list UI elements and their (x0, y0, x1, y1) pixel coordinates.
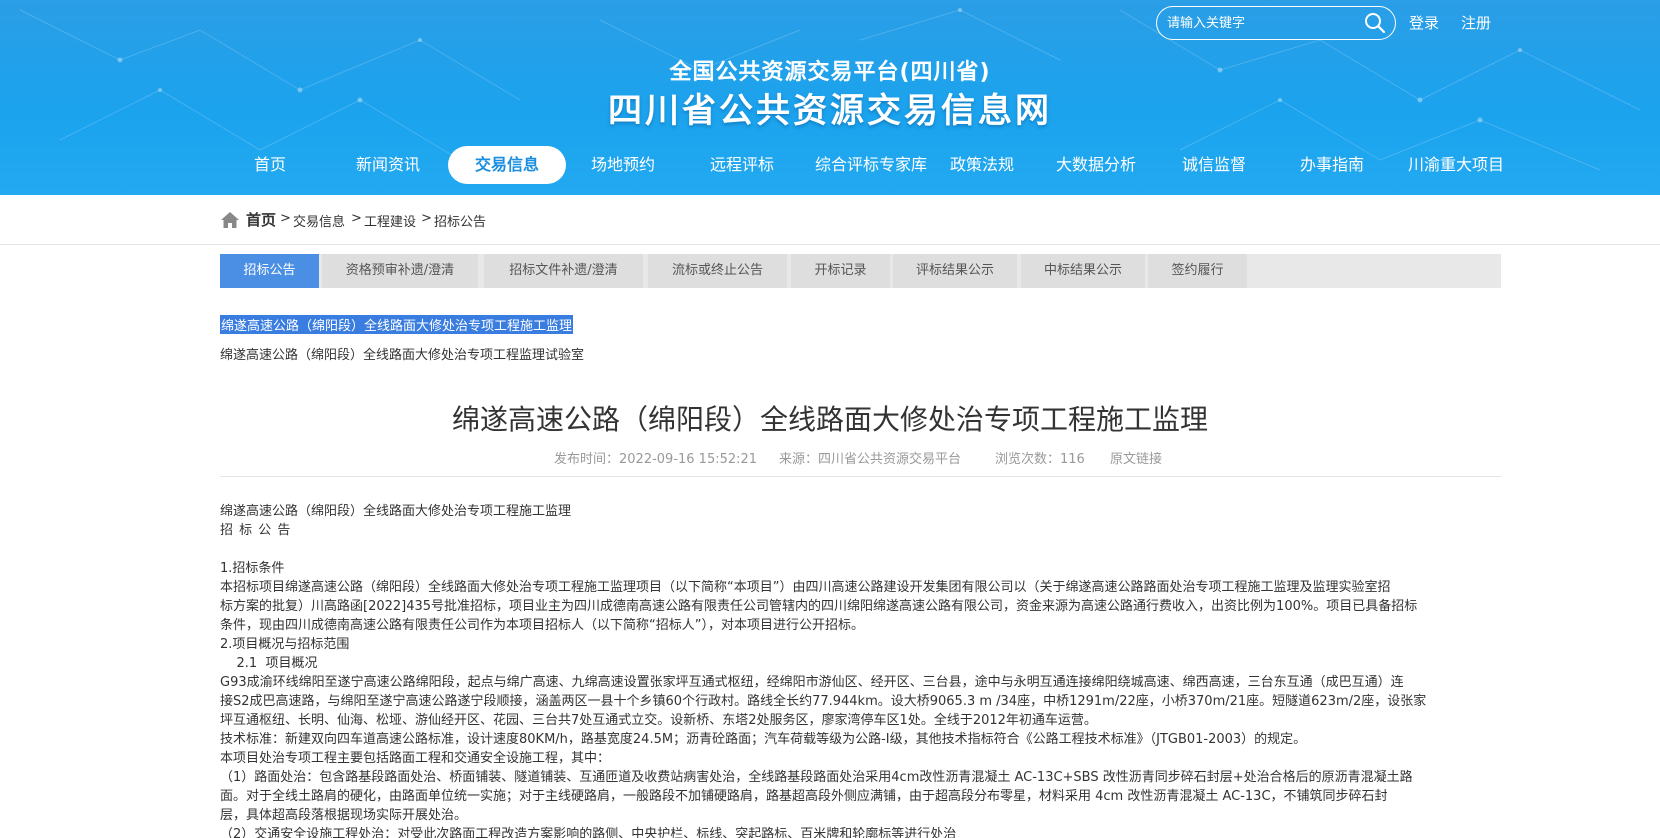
related-link-lab[interactable]: 绵遂高速公路（绵阳段）全线路面大修处治专项工程监理试验室 (220, 344, 584, 363)
site-subtitle: 全国公共资源交易平台(四川省) (669, 60, 991, 85)
nav-expert-library[interactable]: 综合评标专家库 (800, 146, 942, 184)
nav-news[interactable]: 新闻资讯 (346, 146, 430, 184)
breadcrumb: 首页 > 交易信息 > 工程建设 > 招标公告 (0, 195, 1660, 245)
nav-venue-booking[interactable]: 场地预约 (581, 146, 665, 184)
body-line: （2）交通安全设施工程处治：对受此次路面工程改造方案影响的路侧、中央护栏、标线、… (220, 827, 957, 838)
tab-evaluation-result[interactable]: 评标结果公示 (893, 254, 1017, 288)
body-line: 层，具体超高段落根据现场实际开展处治。 (220, 808, 468, 823)
body-line: 坪互通枢纽、长明、仙海、松垭、游仙经开区、花园、三台共7处互通式立交。设新桥、东… (220, 713, 1097, 728)
body-line: 标方案的批复）川高路函[2022]435号批准招标，项目业主为四川成德南高速公路… (220, 599, 1418, 614)
category-tabs: 招标公告 资格预审补遗/澄清 招标文件补遗/澄清 流标或终止公告 开标记录 评标… (220, 254, 1501, 288)
tab-contract-performance[interactable]: 签约履行 (1148, 254, 1247, 288)
article-source: 来源：四川省公共资源交易平台 (779, 452, 962, 467)
search-icon[interactable] (1363, 11, 1387, 35)
related-link-supervision[interactable]: 绵遂高速公路（绵阳段）全线路面大修处治专项工程施工监理 (220, 315, 574, 334)
tab-bid-opening-record[interactable]: 开标记录 (791, 254, 890, 288)
original-link[interactable]: 原文链接 (1110, 448, 1162, 467)
breadcrumb-tender-notice[interactable]: 招标公告 (434, 211, 486, 230)
breadcrumb-engineering[interactable]: 工程建设 (364, 211, 416, 230)
search-box[interactable] (1156, 6, 1396, 40)
breadcrumb-separator: > (351, 211, 362, 226)
tab-failed-terminated[interactable]: 流标或终止公告 (648, 254, 787, 288)
body-line: （1）路面处治：包含路基段路面处治、桥面铺装、隧道铺装、互通匝道及收费站病害处治… (220, 770, 1413, 785)
breadcrumb-home[interactable]: 首页 (246, 209, 276, 230)
body-line: 技术标准：新建双向四车道高速公路标准，设计速度80KM/h，路基宽度24.5M；… (220, 732, 1307, 747)
body-line: 条件，现由四川成德南高速公路有限责任公司作为本项目招标人（以下简称“招标人”），… (220, 618, 864, 633)
tab-tender-notice[interactable]: 招标公告 (220, 254, 319, 288)
nav-big-data[interactable]: 大数据分析 (1046, 146, 1146, 184)
body-line: 绵遂高速公路（绵阳段）全线路面大修处治专项工程施工监理 (220, 504, 572, 519)
breadcrumb-trade-info[interactable]: 交易信息 (293, 211, 345, 230)
divider (220, 476, 1501, 477)
breadcrumb-separator: > (280, 211, 291, 226)
body-heading: 1.招标条件 (220, 561, 285, 576)
body-line: 招 标 公 告 (220, 523, 292, 538)
article-title: 绵遂高速公路（绵阳段）全线路面大修处治专项工程施工监理 (451, 403, 1208, 436)
nav-credit-supervision[interactable]: 诚信监督 (1172, 146, 1256, 184)
register-link[interactable]: 注册 (1461, 12, 1491, 33)
tab-prequalification-addendum[interactable]: 资格预审补遗/澄清 (322, 254, 478, 288)
search-input[interactable] (1167, 12, 1357, 34)
login-link[interactable]: 登录 (1409, 12, 1439, 33)
body-heading: 2.项目概况与招标范围 (220, 637, 350, 652)
body-line: 本招标项目绵遂高速公路（绵阳段）全线路面大修处治专项工程施工监理项目（以下简称“… (220, 580, 1391, 595)
body-heading: 2.1 项目概况 (220, 656, 318, 671)
body-line: 面。对于全线土路肩的硬化，由路面单位统一实施；对于主线硬路肩，一般路段不加铺硬路… (220, 789, 1388, 804)
body-line: 本项目处治专项工程主要包括路面工程和交通安全设施工程，其中： (220, 751, 611, 766)
home-icon (221, 212, 239, 228)
tab-award-result[interactable]: 中标结果公示 (1021, 254, 1145, 288)
publish-time: 发布时间：2022-09-16 15:52:21 (554, 452, 758, 467)
nav-service-guide[interactable]: 办事指南 (1290, 146, 1374, 184)
view-count: 浏览次数：116 (995, 452, 1085, 467)
nav-remote-evaluation[interactable]: 远程评标 (700, 146, 784, 184)
tab-tender-doc-addendum[interactable]: 招标文件补遗/澄清 (484, 254, 643, 288)
nav-home[interactable]: 首页 (228, 146, 312, 184)
header-banner: 登录 注册 全国公共资源交易平台(四川省) 四川省公共资源交易信息网 首页 新闻… (0, 0, 1660, 195)
breadcrumb-separator: > (421, 211, 432, 226)
site-title: 四川省公共资源交易信息网 (608, 91, 1052, 131)
nav-trade-info[interactable]: 交易信息 (448, 146, 566, 184)
body-line: 接S2成巴高速路，与绵阳至遂宁高速公路遂宁段顺接，涵盖两区一县十个乡镇60个行政… (220, 694, 1427, 709)
nav-major-projects[interactable]: 川渝重大项目 (1396, 146, 1516, 184)
body-line: G93成渝环线绵阳至遂宁高速公路绵阳段，起点与绵广高速、九绵高速设置张家坪互通式… (220, 675, 1404, 690)
nav-policy[interactable]: 政策法规 (940, 146, 1024, 184)
